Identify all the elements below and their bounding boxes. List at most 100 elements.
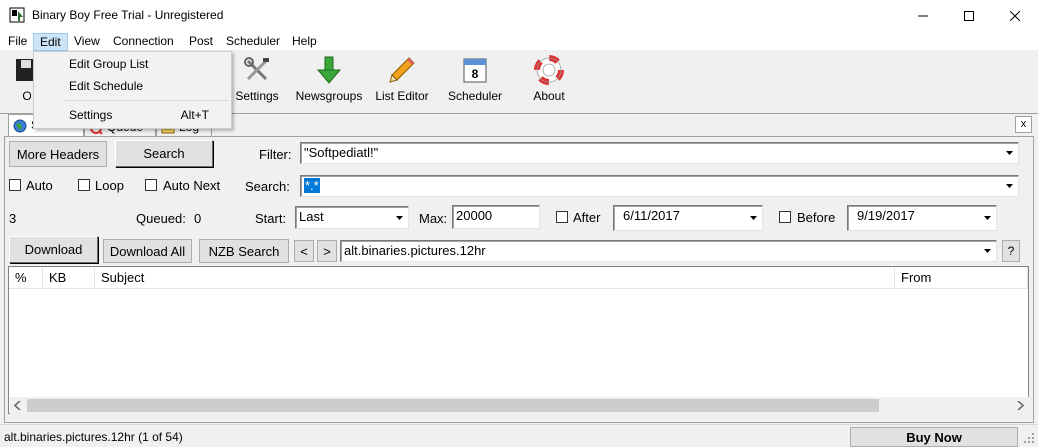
auto-checkbox[interactable] <box>9 179 21 191</box>
menu-bar: File Edit View Connection Post Scheduler… <box>0 31 1038 51</box>
start-value: Last <box>299 209 324 224</box>
chevron-down-icon <box>983 216 991 220</box>
column-header-percent[interactable]: % <box>9 267 43 289</box>
start-dropdown-arrow[interactable] <box>391 208 407 227</box>
resize-grip-icon[interactable] <box>1022 431 1036 445</box>
results-listview[interactable]: % KB Subject From <box>8 266 1029 414</box>
before-date-picker[interactable]: 9/19/2017 <box>847 205 997 231</box>
edit-menu-dropdown: Edit Group List Edit Schedule Settings A… <box>33 51 232 129</box>
loop-checkbox[interactable] <box>78 179 90 191</box>
menu-edit[interactable]: Edit <box>33 33 68 51</box>
before-checkbox[interactable] <box>779 211 791 223</box>
toolbar-about-button[interactable]: About <box>527 55 571 111</box>
menu-item-edit-schedule[interactable]: Edit Schedule <box>35 75 231 97</box>
filter-value: "Softpediatl!" <box>304 145 379 160</box>
after-date-dropdown-arrow[interactable] <box>745 207 761 229</box>
search-label: Search: <box>245 179 290 194</box>
before-date-dropdown-arrow[interactable] <box>979 207 995 229</box>
toolbar-list-editor-button[interactable]: List Editor <box>373 55 431 111</box>
more-headers-button[interactable]: More Headers <box>9 141 107 167</box>
minimize-icon <box>918 15 928 16</box>
menu-view[interactable]: View <box>68 33 106 51</box>
newsgroup-combobox[interactable]: alt.binaries.pictures.12hr <box>340 240 997 262</box>
filter-dropdown-arrow[interactable] <box>1001 144 1017 162</box>
status-bar: alt.binaries.pictures.12hr (1 of 54) Buy… <box>0 424 1038 447</box>
result-count: 3 <box>9 211 17 226</box>
before-label: Before <box>797 210 836 225</box>
download-arrow-icon <box>316 56 342 84</box>
scroll-left-icon[interactable] <box>14 401 22 410</box>
app-icon <box>9 7 25 23</box>
search-button[interactable]: Search <box>115 140 213 167</box>
scroll-right-icon[interactable] <box>1016 401 1024 410</box>
menu-item-edit-schedule-label: Edit Schedule <box>69 79 144 93</box>
after-date-value: 6/11/2017 <box>623 208 680 223</box>
buy-now-button[interactable]: Buy Now <box>850 427 1018 447</box>
auto-label: Auto <box>26 178 53 193</box>
loop-label: Loop <box>95 178 124 193</box>
menu-separator <box>64 100 228 101</box>
auto-next-checkbox[interactable] <box>145 179 157 191</box>
horizontal-scrollbar[interactable] <box>10 397 1029 414</box>
after-checkbox[interactable] <box>556 211 568 223</box>
menu-item-edit-group-list-label: Edit Group List <box>69 57 149 71</box>
after-date-picker[interactable]: 6/11/2017 <box>613 205 763 231</box>
start-label: Start: <box>255 211 287 226</box>
max-input[interactable]: 20000 <box>452 205 540 229</box>
chevron-down-icon <box>1005 151 1013 155</box>
chevron-down-icon <box>395 215 403 220</box>
filter-combobox[interactable]: "Softpediatl!" <box>300 142 1019 164</box>
menu-item-settings[interactable]: Settings Alt+T <box>35 104 231 126</box>
chevron-down-icon <box>1005 184 1013 188</box>
prev-group-button[interactable]: < <box>294 240 314 262</box>
download-all-button[interactable]: Download All <box>103 239 192 263</box>
toolbar-scheduler-label: Scheduler <box>447 89 503 103</box>
after-label: After <box>573 210 601 225</box>
help-button[interactable]: ? <box>1002 240 1020 262</box>
maximize-button[interactable] <box>946 0 992 31</box>
toolbar-settings-button[interactable]: Settings <box>231 55 283 111</box>
queued-value: 0 <box>194 211 202 226</box>
menu-help[interactable]: Help <box>286 33 323 51</box>
scrollbar-thumb[interactable] <box>27 399 879 412</box>
menu-file[interactable]: File <box>2 33 33 51</box>
next-group-button[interactable]: > <box>317 240 337 262</box>
menu-post[interactable]: Post <box>183 33 219 51</box>
settings-tools-icon <box>244 57 269 81</box>
maximize-icon <box>964 10 974 21</box>
search-value: *.* <box>304 178 320 193</box>
chevron-down-icon <box>749 216 757 220</box>
close-button[interactable] <box>992 0 1038 31</box>
minimize-button[interactable] <box>900 0 946 31</box>
calendar-day: 8 <box>472 67 479 81</box>
auto-next-label: Auto Next <box>163 178 221 193</box>
newsgroup-value: alt.binaries.pictures.12hr <box>344 243 486 258</box>
column-header-kb[interactable]: KB <box>43 267 95 289</box>
status-text: alt.binaries.pictures.12hr (1 of 54) <box>4 430 183 444</box>
search-combobox[interactable]: *.* <box>300 175 1019 197</box>
queued-label: Queued: <box>136 211 186 226</box>
toolbar-newsgroups-button[interactable]: Newsgroups <box>294 55 364 111</box>
window-title: Binary Boy Free Trial - Unregistered <box>32 8 224 22</box>
title-bar: Binary Boy Free Trial - Unregistered <box>0 0 1038 31</box>
close-tab-button[interactable]: x <box>1015 116 1032 133</box>
toolbar-settings-label: Settings <box>235 89 279 103</box>
toolbar-list-editor-label: List Editor <box>375 89 429 103</box>
globe-icon <box>13 119 27 133</box>
toolbar-newsgroups-label: Newsgroups <box>295 89 363 103</box>
nzb-search-button[interactable]: NZB Search <box>199 239 289 263</box>
download-button[interactable]: Download <box>9 236 98 263</box>
menu-item-edit-group-list[interactable]: Edit Group List <box>35 53 231 75</box>
menu-scheduler[interactable]: Scheduler <box>220 33 286 51</box>
start-select[interactable]: Last <box>295 206 409 229</box>
filter-label: Filter: <box>259 147 292 162</box>
close-icon <box>1010 10 1020 21</box>
calendar-icon: 8 <box>463 58 487 83</box>
menu-connection[interactable]: Connection <box>107 33 180 51</box>
lifebuoy-icon <box>534 55 564 85</box>
toolbar-scheduler-button[interactable]: 8 Scheduler <box>446 55 504 111</box>
newsgroup-dropdown-arrow[interactable] <box>979 242 995 260</box>
column-header-subject[interactable]: Subject <box>95 267 895 289</box>
search-dropdown-arrow[interactable] <box>1001 177 1017 195</box>
column-header-from[interactable]: From <box>895 267 1028 289</box>
